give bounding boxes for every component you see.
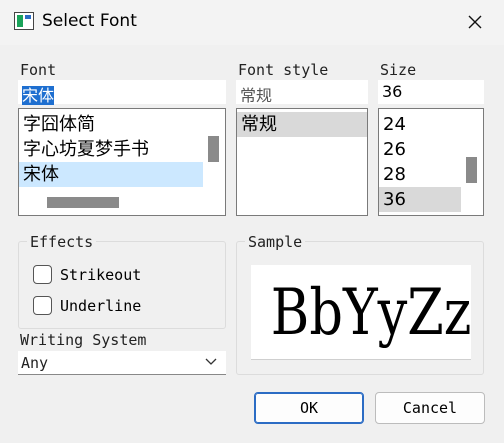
font-style-list-item-selected[interactable]: 常规 <box>237 112 367 137</box>
ok-button[interactable]: OK <box>254 392 364 424</box>
size-list-item-selected[interactable]: 36 <box>379 187 461 212</box>
font-list-item-selected[interactable]: 宋体 <box>19 162 203 187</box>
writing-system-select[interactable]: Any <box>18 351 226 375</box>
font-list[interactable]: 字囧体简 字心坊夏梦手书 宋体 <box>18 108 226 216</box>
underline-checkbox[interactable] <box>33 296 52 315</box>
font-input[interactable]: 宋体 <box>18 80 226 105</box>
sample-preview: BbYyZz <box>251 265 471 360</box>
effects-title: Effects <box>27 233 97 251</box>
strikeout-label[interactable]: Strikeout <box>60 266 141 284</box>
chevron-down-icon <box>205 358 217 365</box>
size-list-vscroll[interactable] <box>466 157 477 183</box>
close-button[interactable] <box>458 6 492 38</box>
size-list[interactable]: 24 26 28 36 <box>378 108 484 216</box>
cancel-button[interactable]: Cancel <box>375 392 485 424</box>
window-title: Select Font <box>42 11 137 31</box>
font-style-list[interactable]: 常规 <box>236 108 368 216</box>
sample-text: BbYyZz <box>270 276 471 350</box>
font-style-input[interactable]: 常规 <box>236 80 368 105</box>
font-list-item[interactable]: 字心坊夏梦手书 <box>19 137 203 162</box>
size-label: Size <box>380 61 417 79</box>
writing-system-value: Any <box>21 354 49 372</box>
effects-group <box>18 241 226 329</box>
size-list-item[interactable]: 24 <box>379 112 461 137</box>
underline-label[interactable]: Underline <box>60 297 141 315</box>
font-list-vscroll[interactable] <box>208 136 219 162</box>
font-style-label: Font style <box>238 61 329 79</box>
font-list-item[interactable]: 字囧体简 <box>19 112 203 137</box>
font-list-hscroll[interactable] <box>47 197 119 208</box>
font-input-value: 宋体 <box>22 86 55 105</box>
size-input[interactable]: 36 <box>378 80 484 104</box>
app-icon <box>14 12 34 30</box>
size-list-item[interactable]: 26 <box>379 137 461 162</box>
size-list-item[interactable]: 28 <box>379 162 461 187</box>
close-icon <box>468 15 482 29</box>
font-label: Font <box>20 61 57 79</box>
writing-system-label: Writing System <box>20 331 147 349</box>
strikeout-checkbox[interactable] <box>33 265 52 284</box>
sample-title: Sample <box>245 233 306 251</box>
